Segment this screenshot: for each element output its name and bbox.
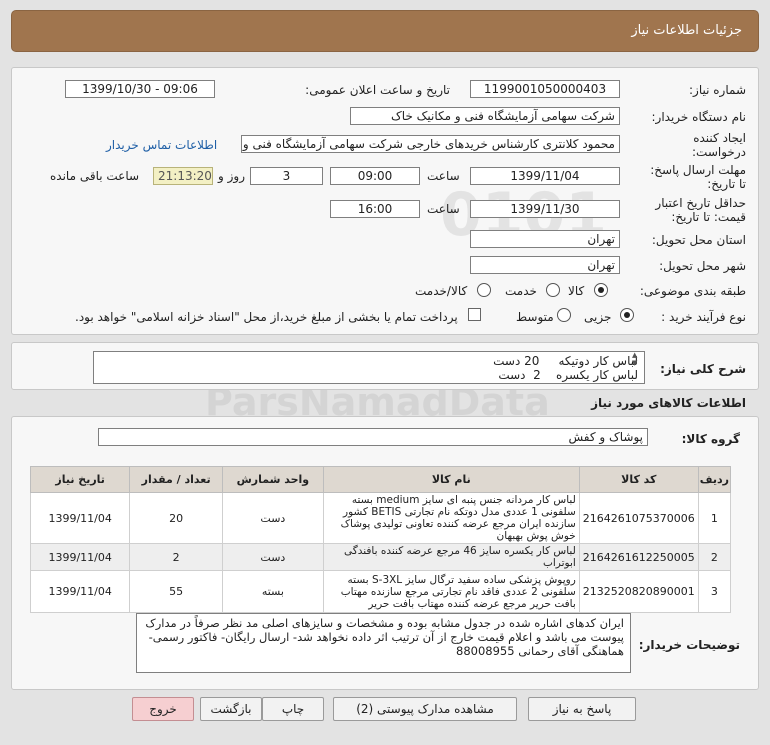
category-option-goods: کالا [568,284,585,298]
category-label: طبقه بندی موضوعی: [639,284,746,298]
city-field: تهران [470,256,620,274]
price-validity-label: حداقل تاریخ اعتبار [655,196,746,210]
row-qty: 55 [129,570,223,613]
summary-line-1: لباس کار دوتیکه 20 دست [493,354,638,368]
table-row: 3 2132520820890001 روپوش پزشکی ساده سفید… [29,570,732,613]
city-label: شهر محل تحویل: [659,259,746,273]
remaining-time-field: 21:13:20 [153,167,213,185]
col-code: کد کالا [578,466,699,493]
row-code: 2164261075370006 [578,492,699,544]
process-option-minor: جزیی [584,310,612,324]
reply-date-field: 1399/11/04 [470,167,620,185]
row-index: 1 [697,492,732,544]
row-unit: دست [221,492,324,544]
validity-date-field: 1399/11/30 [470,200,620,218]
scroll-arrows-icon[interactable]: ▲ ▼ [632,351,637,367]
row-name: لباس کار مردانه جنس پنبه ای سایز medium … [322,492,580,544]
col-qty: تعداد / مقدار [129,466,223,493]
buyer-notes-box: ایران کدهای اشاره شده در جدول مشابه بوده… [136,613,631,673]
row-code: 2132520820890001 [578,570,699,613]
row-name: لباس کار یکسره سایز 46 مرجع عرضه کننده ب… [322,543,580,571]
col-unit: واحد شمارش [221,466,324,493]
validity-time-field: 16:00 [330,200,420,218]
goods-table: ردیف کد کالا نام کالا واحد شمارش تعداد /… [29,466,732,613]
summary-textarea[interactable]: لباس کار دوتیکه 20 دست لباس کار یکسره 2 … [93,351,645,384]
page-header: جزئیات اطلاعات نیاز [11,10,759,52]
col-index: ردیف [697,466,732,493]
category-radio-service[interactable] [546,283,560,297]
announce-datetime-field: 1399/10/30 - 09:06 [65,80,215,98]
row-unit: بسته [221,570,324,613]
reply-time-label: ساعت [427,169,460,183]
reply-deadline-label-2: تا تاریخ: [707,177,746,191]
days-remaining-field: 3 [250,167,323,185]
goods-group-label: گروه کالا: [681,432,740,446]
summary-line-2: لباس کار یکسره 2 دست [498,368,638,382]
row-qty: 2 [129,543,223,571]
treasury-checkbox[interactable] [468,308,481,321]
reply-button[interactable]: پاسخ به نیاز [528,697,636,721]
row-unit: دست [221,543,324,571]
row-date: 1399/11/04 [29,492,131,544]
table-row: 2 2164261612250005 لباس کار یکسره سایز 4… [29,543,732,571]
row-index: 3 [697,570,732,613]
announce-datetime-label: تاریخ و ساعت اعلان عمومی: [305,83,450,97]
price-validity-label-2: قیمت: تا تاریخ: [671,210,746,224]
process-option-medium: متوسط [516,310,554,324]
province-label: استان محل تحویل: [651,233,746,247]
validity-time-label: ساعت [427,202,460,216]
row-date: 1399/11/04 [29,570,131,613]
table-row: 1 2164261075370006 لباس کار مردانه جنس پ… [29,492,732,544]
need-number-label: شماره نیاز: [689,83,746,97]
goods-section-title: اطلاعات کالاهای مورد نیاز [591,396,746,410]
page-title: جزئیات اطلاعات نیاز [631,23,742,38]
row-code: 2164261612250005 [578,543,699,571]
summary-label: شرح کلی نیاز: [660,362,746,376]
row-qty: 20 [129,492,223,544]
buyer-org-field: شرکت سهامی آزمایشگاه فنی و مکانیک خاک [350,107,620,125]
print-button[interactable]: چاپ [262,697,324,721]
creator-field: محمود کلانتری کارشناس خریدهای خارجی شرکت… [241,135,620,153]
reply-deadline-label: مهلت ارسال پاسخ: [650,163,746,177]
creator-label: ایجاد کننده [693,131,746,145]
row-name: روپوش پزشکی ساده سفید ترگال سایز S-3XL ب… [322,570,580,613]
creator-label-2: درخواست: [692,145,746,159]
remaining-time-label: ساعت باقی مانده [50,169,140,183]
process-radio-medium[interactable] [557,308,571,322]
exit-button[interactable]: خروج [132,697,194,721]
col-name: نام کالا [322,466,580,493]
category-radio-goods-service[interactable] [477,283,491,297]
buyer-org-label: نام دستگاه خریدار: [651,110,747,124]
back-button[interactable]: بازگشت [200,697,262,721]
need-number-field: 1199001050000403 [470,80,620,98]
category-option-service: خدمت [505,284,537,298]
province-field: تهران [470,230,620,248]
view-documents-button[interactable]: مشاهده مدارک پیوستی (2) [333,697,517,721]
reply-time-field: 09:00 [330,167,420,185]
buyer-notes-label: توضیحات خریدار: [638,638,740,652]
process-type-label: نوع فرآیند خرید : [661,310,746,324]
days-label: روز و [218,169,245,183]
row-index: 2 [697,543,732,571]
row-date: 1399/11/04 [29,543,131,571]
table-header-row: ردیف کد کالا نام کالا واحد شمارش تعداد /… [29,466,732,493]
goods-group-field: پوشاک و کفش [98,428,648,446]
treasury-note: پرداخت تمام یا بخشی از مبلغ خرید،از محل … [75,310,458,324]
buyer-contact-link[interactable]: اطلاعات تماس خریدار [106,138,217,152]
category-radio-goods[interactable] [594,283,608,297]
process-radio-minor[interactable] [620,308,634,322]
col-date: تاریخ نیاز [29,466,131,493]
category-option-goods-service: کالا/خدمت [415,284,468,298]
